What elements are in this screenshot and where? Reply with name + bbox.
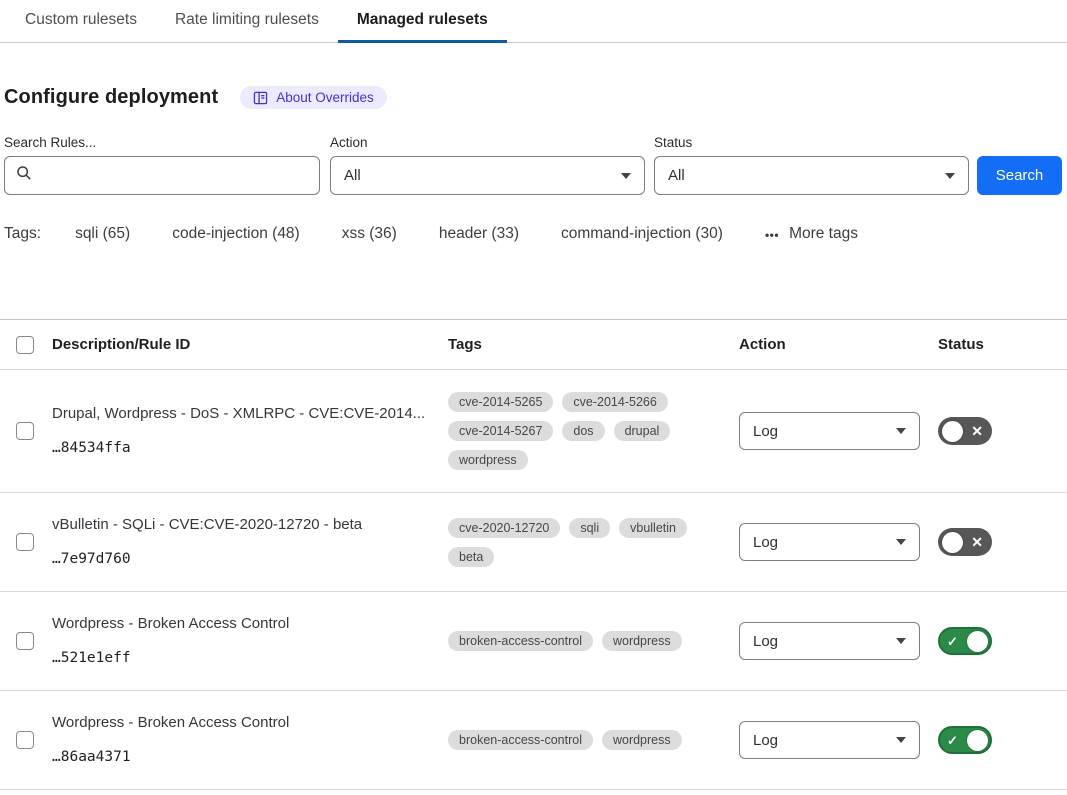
tag-filter-header[interactable]: header (33) xyxy=(439,225,519,243)
tag-filter-command-injection[interactable]: command-injection (30) xyxy=(561,225,723,243)
toggle-state-icon: ✕ xyxy=(966,535,988,549)
chevron-down-icon xyxy=(896,428,906,434)
table-row: Drupal, Wordpress - DoS - XMLRPC - CVE:C… xyxy=(0,370,1067,493)
rule-action-select[interactable]: Log xyxy=(739,523,920,561)
rule-id: …86aa4371 xyxy=(52,747,448,767)
tag-pill: vbulletin xyxy=(619,518,687,538)
row-checkbox[interactable] xyxy=(16,632,34,650)
about-overrides-label: About Overrides xyxy=(276,90,374,105)
search-icon xyxy=(16,165,32,186)
tag-pill: broken-access-control xyxy=(448,631,593,651)
toggle-state-icon: ✓ xyxy=(942,635,963,648)
tag-pill: cve-2014-5266 xyxy=(562,392,667,412)
rule-id: …521e1eff xyxy=(52,648,448,668)
status-filter-label: Status xyxy=(654,135,969,150)
rule-status-toggle[interactable]: ✓ xyxy=(938,726,992,754)
tag-pill: cve-2014-5265 xyxy=(448,392,553,412)
select-all-checkbox[interactable] xyxy=(16,336,34,354)
tag-pill: wordpress xyxy=(602,730,682,750)
search-input-wrap xyxy=(4,156,320,195)
row-checkbox[interactable] xyxy=(16,422,34,440)
chevron-down-icon xyxy=(896,638,906,644)
tag-pill: broken-access-control xyxy=(448,730,593,750)
rule-id: …84534ffa xyxy=(52,438,448,458)
tag-pill: sqli xyxy=(569,518,610,538)
table-row: Wordpress - Broken Access Control …86aa4… xyxy=(0,691,1067,790)
tab-rate-limiting-rulesets[interactable]: Rate limiting rulesets xyxy=(156,0,338,43)
search-rules-label: Search Rules... xyxy=(4,135,320,150)
rule-action-value: Log xyxy=(753,732,778,749)
tags-bar: Tags: sqli (65) code-injection (48) xss … xyxy=(4,225,1067,243)
tags-label: Tags: xyxy=(4,225,41,243)
toggle-state-icon: ✓ xyxy=(942,734,963,747)
tab-bar: Custom rulesets Rate limiting rulesets M… xyxy=(0,0,1067,43)
chevron-down-icon xyxy=(896,737,906,743)
rule-tags: broken-access-control wordpress xyxy=(448,730,739,750)
rule-tags: cve-2020-12720 sqli vbulletin beta xyxy=(448,518,739,567)
rule-status-toggle[interactable]: ✕ xyxy=(938,417,992,445)
rule-description: Wordpress - Broken Access Control xyxy=(52,713,448,733)
toggle-knob xyxy=(967,631,988,652)
table-row: Wordpress - Broken Access Control …521e1… xyxy=(0,592,1067,691)
about-overrides-link[interactable]: About Overrides xyxy=(240,86,387,109)
rule-description: Wordpress - Broken Access Control xyxy=(52,614,448,634)
managed-rulesets-panel: Configure deployment About Overrides Sea… xyxy=(0,86,1067,790)
tag-pill: wordpress xyxy=(448,450,528,470)
column-header-status: Status xyxy=(938,336,1067,353)
status-filter-select[interactable]: All xyxy=(654,156,969,195)
toggle-knob xyxy=(967,730,988,751)
row-checkbox[interactable] xyxy=(16,731,34,749)
rule-action-select[interactable]: Log xyxy=(739,412,920,450)
rule-action-value: Log xyxy=(753,423,778,440)
tag-filter-sqli[interactable]: sqli (65) xyxy=(75,225,130,243)
search-button[interactable]: Search xyxy=(977,156,1062,195)
column-header-action: Action xyxy=(739,336,938,353)
tag-pill: beta xyxy=(448,547,494,567)
chevron-down-icon xyxy=(896,539,906,545)
tag-pill: wordpress xyxy=(602,631,682,651)
status-filter-value: All xyxy=(668,167,685,184)
tab-custom-rulesets[interactable]: Custom rulesets xyxy=(6,0,156,43)
rule-status-toggle[interactable]: ✓ xyxy=(938,627,992,655)
toggle-knob xyxy=(942,421,963,442)
table-row: vBulletin - SQLi - CVE:CVE-2020-12720 - … xyxy=(0,493,1067,592)
page-title: Configure deployment xyxy=(4,86,218,109)
book-icon xyxy=(253,91,268,105)
table-header-row: Description/Rule ID Tags Action Status xyxy=(0,320,1067,370)
tab-managed-rulesets[interactable]: Managed rulesets xyxy=(338,0,507,43)
column-header-tags: Tags xyxy=(448,336,739,353)
rule-tags: cve-2014-5265 cve-2014-5266 cve-2014-5267 d… xyxy=(448,392,739,470)
action-filter-label: Action xyxy=(330,135,645,150)
rule-action-value: Log xyxy=(753,534,778,551)
search-rules-input[interactable] xyxy=(40,167,308,184)
rule-description: Drupal, Wordpress - DoS - XMLRPC - CVE:C… xyxy=(52,404,448,424)
rule-description: vBulletin - SQLi - CVE:CVE-2020-12720 - … xyxy=(52,515,448,535)
more-tags-label: More tags xyxy=(789,225,858,243)
tag-pill: dos xyxy=(562,421,604,441)
chevron-down-icon xyxy=(945,173,955,179)
rule-action-value: Log xyxy=(753,633,778,650)
action-filter-value: All xyxy=(344,167,361,184)
rule-tags: broken-access-control wordpress xyxy=(448,631,739,651)
rule-id: …7e97d760 xyxy=(52,549,448,569)
toggle-knob xyxy=(942,532,963,553)
rule-status-toggle[interactable]: ✕ xyxy=(938,528,992,556)
rule-action-select[interactable]: Log xyxy=(739,721,920,759)
toggle-state-icon: ✕ xyxy=(966,424,988,438)
tag-pill: drupal xyxy=(614,421,671,441)
ellipsis-icon: ••• xyxy=(765,228,779,242)
column-header-description: Description/Rule ID xyxy=(52,336,448,353)
row-checkbox[interactable] xyxy=(16,533,34,551)
rule-action-select[interactable]: Log xyxy=(739,622,920,660)
tag-pill: cve-2020-12720 xyxy=(448,518,560,538)
action-filter-select[interactable]: All xyxy=(330,156,645,195)
rules-table: Description/Rule ID Tags Action Status D… xyxy=(0,319,1067,790)
tag-filter-xss[interactable]: xss (36) xyxy=(342,225,397,243)
more-tags-button[interactable]: ••• More tags xyxy=(765,225,858,243)
tag-filter-code-injection[interactable]: code-injection (48) xyxy=(172,225,300,243)
chevron-down-icon xyxy=(621,173,631,179)
tag-pill: cve-2014-5267 xyxy=(448,421,553,441)
